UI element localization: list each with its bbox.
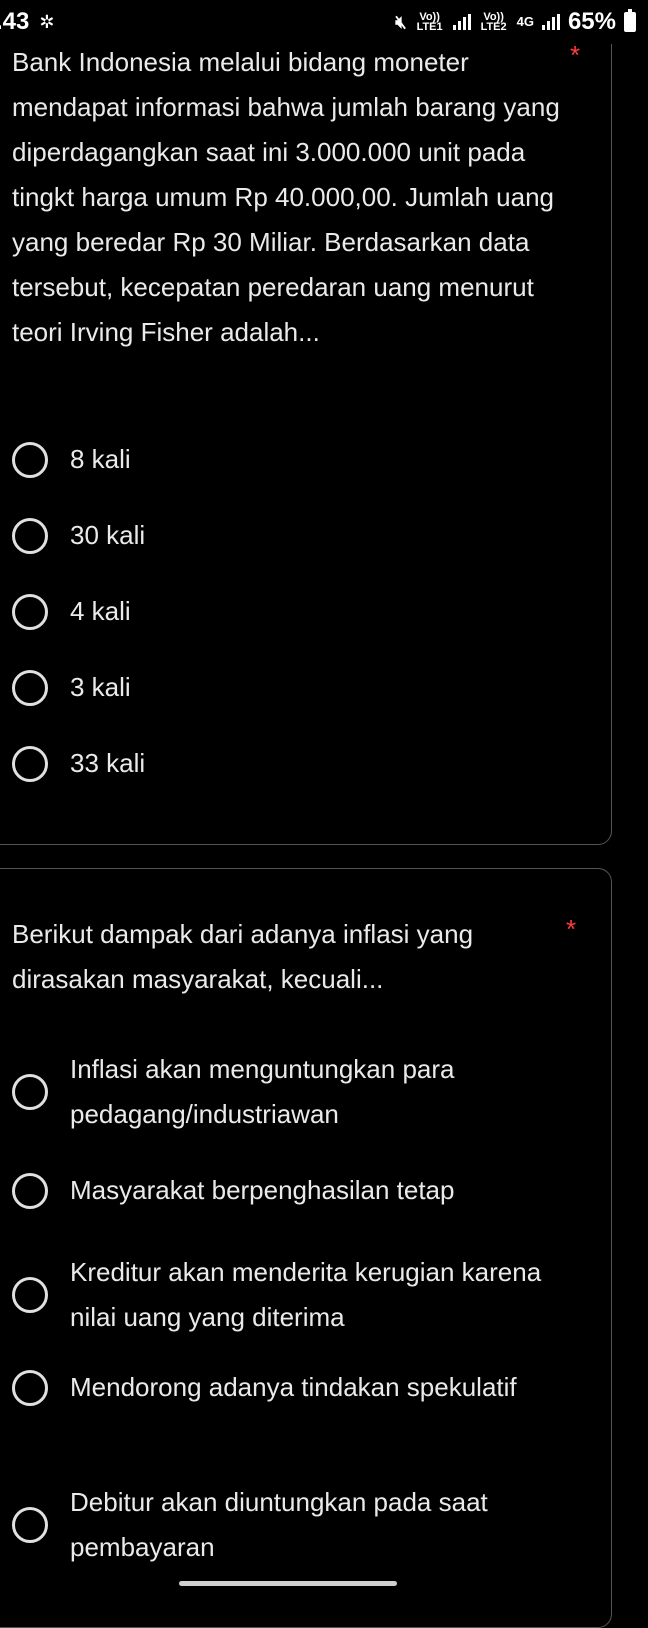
signal-bars-icon — [541, 14, 560, 30]
option-label: Debitur akan diuntungkan pada saat pemba… — [70, 1487, 488, 1562]
required-marker: * — [566, 914, 577, 944]
q1-option-3[interactable]: 4 kali — [12, 589, 612, 634]
option-label: 8 kali — [70, 444, 131, 474]
status-left: .43 ✲ — [0, 8, 54, 36]
radio-button[interactable] — [12, 1074, 48, 1110]
required-marker: * — [570, 40, 581, 70]
sim1-label: Vo)) LTE1 — [416, 11, 443, 33]
option-label: Kreditur akan menderita kerugian karena … — [70, 1257, 542, 1332]
question-1-text: Bank Indonesia melalui bidang moneter me… — [12, 47, 560, 347]
option-label: 3 kali — [70, 672, 131, 702]
battery-icon — [624, 9, 636, 32]
q2-option-4[interactable]: Mendorong adanya tindakan spekulatif — [12, 1365, 612, 1410]
q1-option-4[interactable]: 3 kali — [12, 665, 612, 710]
radio-button[interactable] — [12, 593, 48, 630]
status-right: 🔇︎ Vo)) LTE1 Vo)) LTE2 4G 65% — [395, 8, 636, 36]
radio-button[interactable] — [12, 745, 48, 782]
mute-icon: 🔇︎ — [395, 11, 407, 32]
sparkle-icon: ✲ — [39, 11, 55, 32]
radio-button[interactable] — [12, 517, 48, 554]
q2-option-1[interactable]: Inflasi akan menguntungkan para pedagang… — [12, 1047, 612, 1137]
sim2-label: Vo)) LTE2 — [480, 11, 507, 33]
signal-bars-icon — [452, 14, 471, 30]
clock: .43 — [0, 8, 30, 35]
radio-button[interactable] — [12, 1172, 48, 1209]
q2-option-3[interactable]: Kreditur akan menderita kerugian karena … — [12, 1250, 612, 1340]
q1-option-2[interactable]: 30 kali — [12, 513, 612, 558]
q1-option-5[interactable]: 33 kali — [12, 741, 612, 786]
question-2-text: Berikut dampak dari adanya inflasi yang … — [12, 919, 474, 994]
battery-percent: 65% — [567, 8, 616, 35]
radio-button[interactable] — [12, 441, 48, 478]
q2-option-5[interactable]: Debitur akan diuntungkan pada saat pemba… — [12, 1480, 612, 1570]
q1-option-1[interactable]: 8 kali — [12, 437, 612, 482]
network-label: 4G — [516, 14, 534, 29]
option-label: 4 kali — [70, 596, 131, 626]
option-label: Inflasi akan menguntungkan para pedagang… — [70, 1054, 455, 1129]
radio-button[interactable] — [12, 1277, 48, 1313]
q2-option-2[interactable]: Masyarakat berpenghasilan tetap — [12, 1168, 612, 1213]
status-bar: .43 ✲ 🔇︎ Vo)) LTE1 Vo)) LTE2 4G 65% — [0, 0, 648, 44]
radio-button[interactable] — [12, 1507, 48, 1543]
radio-button[interactable] — [12, 669, 48, 706]
option-label: 30 kali — [70, 520, 146, 550]
option-label: 33 kali — [70, 748, 146, 778]
option-label: Mendorong adanya tindakan spekulatif — [70, 1372, 517, 1402]
home-indicator[interactable] — [179, 1581, 397, 1586]
radio-button[interactable] — [12, 1369, 48, 1406]
option-label: Masyarakat berpenghasilan tetap — [70, 1175, 455, 1205]
